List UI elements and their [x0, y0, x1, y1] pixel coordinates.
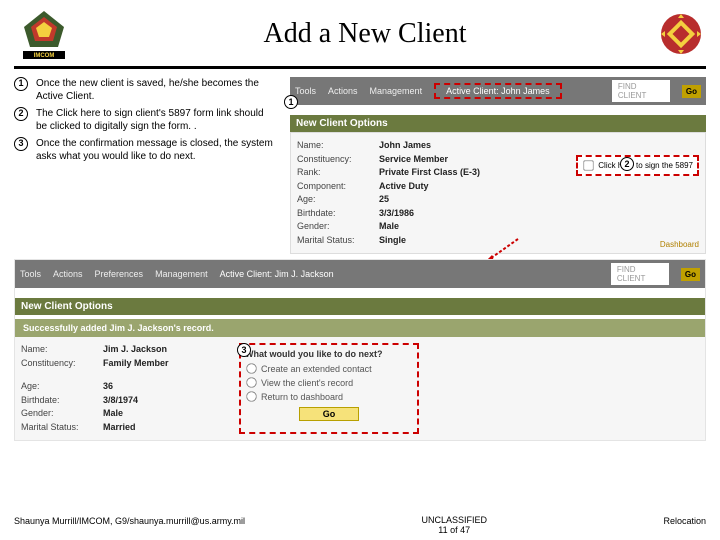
- step-text-2: The Click here to sign client's 5897 for…: [36, 107, 274, 133]
- sign-5897-checkbox[interactable]: [584, 160, 594, 170]
- active-client-label: Active Client: John James: [434, 83, 562, 99]
- callout-badge-2: 2: [620, 157, 634, 171]
- lbl2-gender: Gender:: [21, 407, 103, 421]
- val2-birthdate: 3/8/1974: [103, 394, 138, 408]
- footer-page-number: 11 of 47: [438, 525, 470, 535]
- lbl-name: Name:: [297, 139, 379, 153]
- footer-topic: Relocation: [663, 516, 706, 536]
- lbl2-name: Name:: [21, 343, 103, 357]
- nav2-management[interactable]: Management: [155, 269, 208, 279]
- val-name: John James: [379, 139, 431, 153]
- next-action-box: What would you like to do next? Create a…: [239, 343, 419, 434]
- nav2-active-client: Active Client: Jim J. Jackson: [220, 269, 334, 279]
- lbl-age: Age:: [297, 193, 379, 207]
- page-title: Add a New Client: [74, 18, 656, 50]
- section-header-2: New Client Options: [15, 298, 705, 315]
- nav2-tools[interactable]: Tools: [20, 269, 41, 279]
- next-go-button[interactable]: Go: [299, 407, 359, 421]
- val2-constituency: Family Member: [103, 357, 169, 371]
- dashboard-link[interactable]: Dashboard: [660, 240, 699, 249]
- go-button-2[interactable]: Go: [681, 268, 700, 281]
- next-question: What would you like to do next?: [245, 349, 413, 359]
- nav2-actions[interactable]: Actions: [53, 269, 83, 279]
- opt-return-dashboard[interactable]: Return to dashboard: [245, 390, 413, 403]
- find-client-input[interactable]: FIND CLIENT: [612, 80, 670, 102]
- val2-age: 36: [103, 380, 113, 394]
- step-badge-2: 2: [14, 107, 28, 121]
- lbl-component: Component:: [297, 180, 379, 194]
- val-marital: Single: [379, 234, 406, 248]
- val-constituency: Service Member: [379, 153, 448, 167]
- header-rule: [14, 66, 706, 69]
- step-badge-1: 1: [14, 77, 28, 91]
- success-message: Successfully added Jim J. Jackson's reco…: [15, 319, 705, 337]
- val-component: Active Duty: [379, 180, 429, 194]
- instruction-list: 1 Once the new client is saved, he/she b…: [14, 77, 274, 163]
- callout-badge-1: 1: [284, 95, 298, 109]
- screenshot-panel-2: Tools Actions Preferences Management Act…: [14, 259, 706, 441]
- val-birthdate: 3/3/1986: [379, 207, 414, 221]
- go-button[interactable]: Go: [682, 85, 701, 98]
- sign-5897-label: Click here to sign the 5897: [598, 161, 693, 170]
- footer-author: Shaunya Murrill/IMCOM, G9/shaunya.murril…: [14, 516, 245, 536]
- lbl2-birthdate: Birthdate:: [21, 394, 103, 408]
- lbl-birthdate: Birthdate:: [297, 207, 379, 221]
- lbl2-constituency: Constituency:: [21, 357, 103, 371]
- slide-footer: Shaunya Murrill/IMCOM, G9/shaunya.murril…: [0, 516, 720, 536]
- callout-badge-3: 3: [237, 343, 251, 357]
- lbl2-age: Age:: [21, 380, 103, 394]
- footer-classification: UNCLASSIFIED: [421, 515, 487, 525]
- val-gender: Male: [379, 220, 399, 234]
- val-rank: Private First Class (E-3): [379, 166, 480, 180]
- val2-gender: Male: [103, 407, 123, 421]
- screenshot-panel-1: Tools Actions Management Active Client: …: [290, 77, 706, 254]
- section-header: New Client Options: [290, 115, 706, 132]
- val-age: 25: [379, 193, 389, 207]
- sign-5897-box[interactable]: Click here to sign the 5897: [576, 155, 699, 176]
- lbl2-marital: Marital Status:: [21, 421, 103, 435]
- army-crest-logo: [656, 9, 706, 59]
- step-badge-3: 3: [14, 137, 28, 151]
- lbl-rank: Rank:: [297, 166, 379, 180]
- val2-marital: Married: [103, 421, 136, 435]
- svg-text:IMCOM: IMCOM: [34, 53, 55, 59]
- radio-extended-contact[interactable]: [246, 363, 256, 373]
- radio-return-dashboard[interactable]: [246, 391, 256, 401]
- step-text-1: Once the new client is saved, he/she bec…: [36, 77, 274, 103]
- nav-actions[interactable]: Actions: [328, 86, 358, 96]
- lbl-marital: Marital Status:: [297, 234, 379, 248]
- val2-name: Jim J. Jackson: [103, 343, 167, 357]
- lbl-constituency: Constituency:: [297, 153, 379, 167]
- nav-management[interactable]: Management: [370, 86, 423, 96]
- opt-view-record[interactable]: View the client's record: [245, 376, 413, 389]
- imcom-logo: IMCOM: [14, 4, 74, 64]
- find-client-input-2[interactable]: FIND CLIENT: [611, 263, 669, 285]
- radio-view-record[interactable]: [246, 377, 256, 387]
- opt-extended-contact[interactable]: Create an extended contact: [245, 362, 413, 375]
- lbl-gender: Gender:: [297, 220, 379, 234]
- step-text-3: Once the confirmation message is closed,…: [36, 137, 274, 163]
- nav2-preferences[interactable]: Preferences: [95, 269, 144, 279]
- nav-tools[interactable]: Tools: [295, 86, 316, 96]
